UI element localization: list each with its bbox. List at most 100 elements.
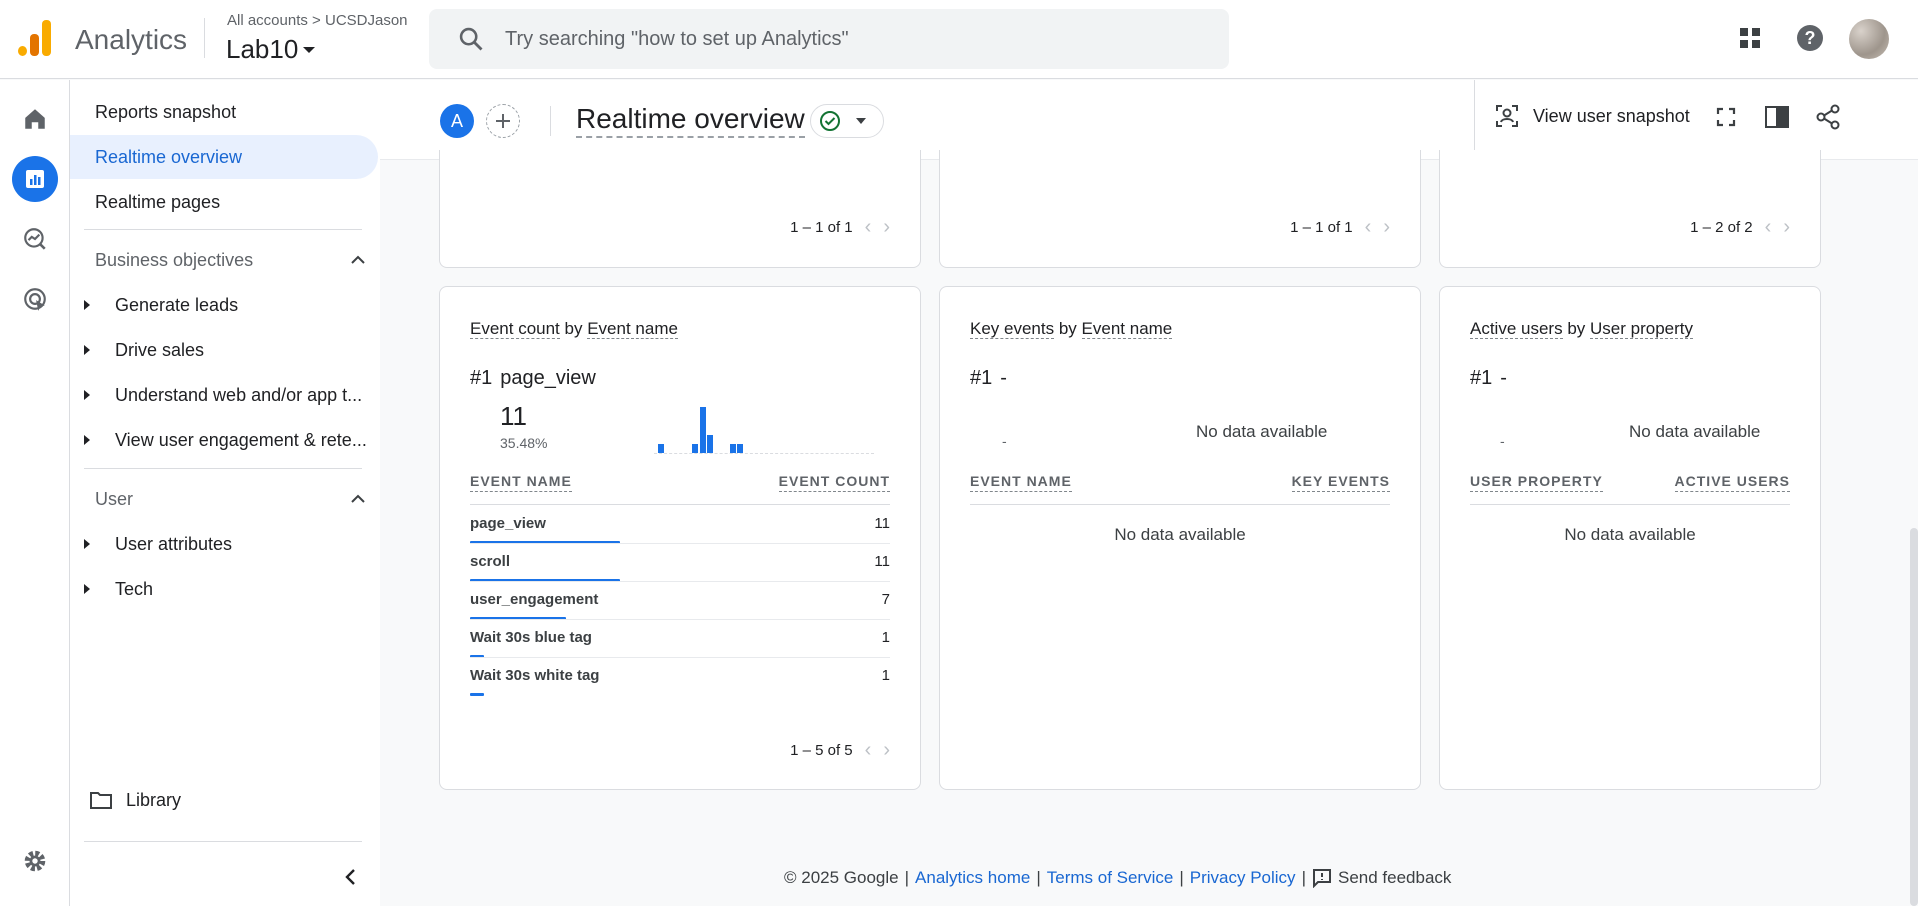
reports-icon[interactable] [12,156,58,202]
avatar[interactable] [1849,19,1889,59]
compare-columns-icon[interactable] [1764,105,1790,134]
column-header-event-name[interactable]: EVENT NAME [970,473,1072,492]
privacy-policy-link[interactable]: Privacy Policy [1190,868,1296,888]
pagination: 1 – 2 of 2 ‹ › [1690,216,1790,239]
chevron-right-icon[interactable]: › [1783,216,1790,239]
help-icon[interactable]: ? [1794,22,1826,54]
column-header-event-count[interactable]: EVENT COUNT [778,473,890,492]
top-item-name: - [1000,367,1007,389]
chevron-left-icon[interactable]: ‹ [865,216,872,239]
nav-user-attributes[interactable]: User attributes [70,522,378,566]
column-header-active-users[interactable]: ACTIVE USERS [1674,473,1790,492]
event-name-cell: scroll [470,553,511,570]
report-status-button[interactable] [810,104,884,138]
table-row[interactable]: Wait 30s white tag 1 [470,658,890,696]
table-row[interactable]: page_view 11 [470,506,890,544]
table-header: EVENT NAME EVENT COUNT [470,473,890,492]
chevron-right-icon[interactable]: › [1383,216,1390,239]
reports-nav: Reports snapshot Realtime overview Realt… [70,80,380,906]
event-count-cell: 1 [881,629,890,646]
chevron-right-icon[interactable]: › [883,216,890,239]
top-item-percent: 35.48% [500,435,548,451]
breadcrumb-all-accounts[interactable]: All accounts [227,12,308,29]
add-comparison-button[interactable] [486,104,520,138]
apps-grid-icon[interactable] [1734,22,1766,54]
dropdown-arrow-icon [856,118,866,124]
table-row[interactable]: scroll 11 [470,544,890,582]
top-app-bar: Analytics All accounts > UCSDJason Lab10… [0,0,1918,79]
event-count-cell: 7 [881,591,890,608]
nav-realtime-overview[interactable]: Realtime overview [70,135,378,179]
property-name: Lab10 [226,34,299,64]
sparkline-chart [654,404,874,454]
nav-tech[interactable]: Tech [70,567,378,611]
explore-icon[interactable] [12,216,58,262]
metric-label[interactable]: Event count [470,319,560,339]
copyright: © 2025 Google [784,868,899,887]
event-count-cell: 1 [881,667,890,684]
send-feedback-label: Send feedback [1337,868,1452,887]
column-header-event-name[interactable]: EVENT NAME [470,473,572,492]
chevron-left-icon[interactable]: ‹ [1365,216,1372,239]
by-label: by [1567,319,1586,338]
rank-label: #1 [470,367,493,389]
send-feedback-button[interactable]: Send feedback [1312,868,1451,888]
chevron-left-icon[interactable]: ‹ [865,739,872,762]
table-row[interactable]: user_engagement 7 [470,582,890,620]
svg-text:?: ? [1805,28,1816,48]
share-icon[interactable] [1815,104,1841,135]
chevron-right-icon[interactable]: › [883,739,890,762]
dimension-label[interactable]: Event name [1081,319,1173,339]
analytics-logo-icon[interactable] [18,20,52,56]
breadcrumb-separator: > [312,12,321,29]
nav-library[interactable]: Library [70,778,378,822]
top-item-name: page_view [500,367,596,389]
nav-generate-leads[interactable]: Generate leads [70,283,378,327]
view-user-snapshot-button[interactable]: View user snapshot [1495,104,1690,128]
advertising-icon[interactable] [12,276,58,322]
column-header-key-events[interactable]: KEY EVENTS [1291,473,1390,492]
chevron-left-icon[interactable]: ‹ [1765,216,1772,239]
metric-label[interactable]: Key events [970,319,1055,339]
chevron-up-icon [351,255,365,264]
expand-arrow-icon [84,390,90,400]
report-actions: View user snapshot [1474,80,1918,160]
scrollbar-thumb[interactable] [1910,528,1918,906]
chart-no-data-message: No data available [1196,422,1328,441]
card-title[interactable]: Event count by Event name [470,319,678,339]
breadcrumb[interactable]: All accounts > UCSDJason [227,12,408,29]
metric-label[interactable]: Active users [1470,319,1563,339]
card-title[interactable]: Key events by Event name [970,319,1173,339]
analytics-home-link[interactable]: Analytics home [915,868,1030,888]
nav-section-user[interactable]: User [95,477,365,521]
card-title[interactable]: Active users by User property [1470,319,1694,339]
nav-section-business-objectives[interactable]: Business objectives [95,238,365,282]
search-input[interactable] [505,27,1185,51]
terms-of-service-link[interactable]: Terms of Service [1047,868,1174,888]
nav-reports-snapshot[interactable]: Reports snapshot [70,90,378,134]
breadcrumb-account[interactable]: UCSDJason [325,12,408,29]
column-header-user-property[interactable]: USER PROPERTY [1470,473,1603,492]
admin-gear-icon[interactable] [12,838,58,884]
sparkline-bar [692,444,698,453]
fullscreen-icon[interactable] [1715,106,1737,133]
nav-understand-traffic[interactable]: Understand web and/or app t... [70,373,378,417]
nav-realtime-pages[interactable]: Realtime pages [70,180,378,224]
top-item-value: - [1500,433,1505,449]
dimension-label[interactable]: User property [1590,319,1694,339]
collapse-nav-chevron-left-icon[interactable] [335,862,365,892]
table-row[interactable]: Wait 30s blue tag 1 [470,620,890,658]
rank-label: #1 [970,367,993,389]
nav-drive-sales[interactable]: Drive sales [70,328,378,372]
expand-arrow-icon [84,435,90,445]
dimension-label[interactable]: Event name [587,319,678,339]
property-selector[interactable]: Lab10 [226,34,316,65]
event-name-cell: page_view [470,515,546,532]
home-icon[interactable] [12,96,58,142]
search-bar[interactable] [429,9,1229,69]
by-label: by [564,319,583,338]
nav-view-engagement[interactable]: View user engagement & rete... [70,418,378,462]
comparison-badge[interactable]: A [440,104,474,138]
event-count-card: Event count by Event name #1 page_view 1 1… [439,286,921,790]
page-title[interactable]: Realtime overview [576,102,805,138]
